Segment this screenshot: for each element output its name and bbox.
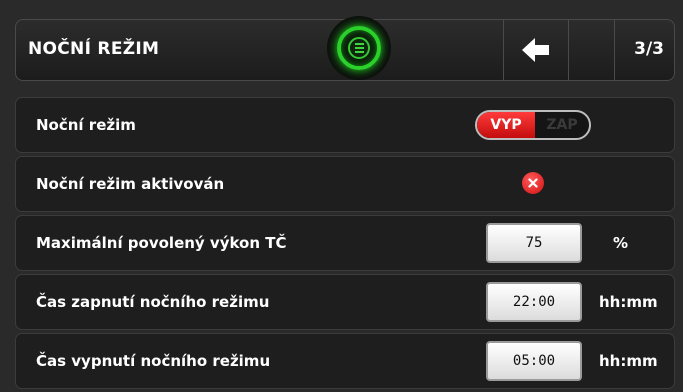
row-end-time: Čas vypnutí nočního režimu 05:00 hh:mm bbox=[15, 333, 675, 389]
arrow-left-icon bbox=[522, 38, 549, 62]
unit-label: hh:mm bbox=[599, 293, 658, 311]
end-time-input[interactable]: 05:00 bbox=[486, 341, 582, 381]
error-x-icon bbox=[522, 172, 544, 194]
menu-icon bbox=[337, 26, 381, 70]
menu-button[interactable] bbox=[327, 16, 391, 80]
back-button[interactable] bbox=[504, 20, 568, 80]
unit-label: hh:mm bbox=[599, 352, 658, 370]
header-bar: NOČNÍ REŽIM 3/3 bbox=[15, 16, 675, 81]
unit-label: % bbox=[613, 234, 629, 252]
toggle-on-option: ZAP bbox=[546, 117, 578, 133]
header-divider bbox=[568, 20, 569, 80]
page-indicator: 3/3 bbox=[634, 39, 664, 59]
row-label: Čas zapnutí nočního režimu bbox=[36, 293, 270, 311]
row-label: Maximální povolený výkon TČ bbox=[36, 234, 287, 252]
row-night-mode-active: Noční režim aktivován bbox=[15, 156, 675, 212]
row-night-mode: Noční režim VYP ZAP bbox=[15, 97, 675, 153]
max-power-input[interactable]: 75 bbox=[486, 223, 582, 263]
page-title: NOČNÍ REŽIM bbox=[28, 39, 160, 59]
start-time-input[interactable]: 22:00 bbox=[486, 282, 582, 322]
row-label: Noční režim bbox=[36, 116, 136, 134]
row-label: Noční režim aktivován bbox=[36, 175, 225, 193]
row-max-power: Maximální povolený výkon TČ 75 % bbox=[15, 215, 675, 271]
row-start-time: Čas zapnutí nočního režimu 22:00 hh:mm bbox=[15, 274, 675, 330]
night-mode-toggle[interactable]: VYP ZAP bbox=[475, 110, 591, 140]
header-divider bbox=[614, 20, 615, 80]
row-label: Čas vypnutí nočního režimu bbox=[36, 352, 271, 370]
toggle-off-option: VYP bbox=[477, 112, 535, 138]
